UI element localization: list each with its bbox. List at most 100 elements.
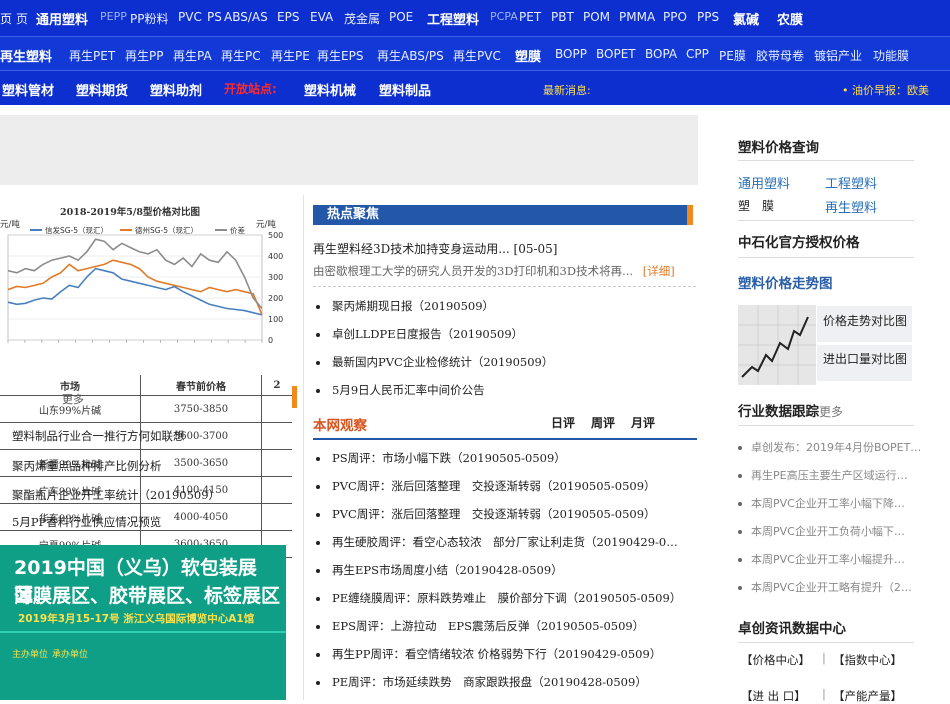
link-film[interactable]: 塑 膜	[738, 197, 774, 214]
nav-item-rpp[interactable]: 再生PP	[125, 47, 163, 64]
hot-list-item[interactable]: 聚丙烯期现日报（20190509）	[316, 298, 494, 314]
industry-list-item[interactable]: 本周PVC企业开工负荷小幅下…	[738, 523, 905, 539]
watch-list-item[interactable]: 再生PP周评：看空情绪较浓 价格弱势下行（20190429-0509）	[316, 646, 661, 662]
nav-item-film[interactable]: 塑膜	[515, 46, 541, 65]
nav-item-pepp[interactable]: PEPP	[100, 10, 127, 23]
nav-item-agri-film[interactable]: 农膜	[777, 9, 803, 28]
nav-item-eps[interactable]: EPS	[277, 10, 299, 24]
trend-chart-icon	[738, 305, 816, 385]
industry-more-link[interactable]: 更多	[819, 405, 843, 419]
watch-list-item[interactable]: 再生EPS市场周度小结（20190428-0509）	[316, 562, 563, 578]
nav-item-aluminized[interactable]: 镀铝产业	[814, 47, 862, 64]
bullet-icon	[316, 457, 320, 461]
watch-list-item[interactable]: 再生硬胶周评：看空心态较浓 部分厂家让利走货（20190429-0…	[316, 534, 678, 550]
nav-item-pom[interactable]: POM	[583, 10, 610, 24]
watch-list-item[interactable]: PE周评：市场延续跌势 商家跟跌报盘（20190428-0509）	[316, 674, 647, 690]
nav-item-rpvc[interactable]: 再生PVC	[453, 47, 501, 64]
nav-item-rpet[interactable]: 再生PET	[69, 47, 115, 64]
hot-list-item[interactable]: 5月9日人民币汇率中间价公告	[316, 382, 485, 398]
industry-list-item[interactable]: 卓创发布：2019年4月份BOPET…	[738, 439, 921, 455]
nav-item-pcpa[interactable]: PCPA	[490, 10, 518, 23]
dc-link-price[interactable]: 【价格中心】	[741, 652, 810, 668]
nav-item-ppo[interactable]: PPO	[663, 10, 687, 24]
watch-list-item[interactable]: EPS周评：上游拉动 EPS震荡后反弹（20190505-0509）	[316, 618, 644, 634]
nav-item-bopp[interactable]: BOPP	[555, 47, 587, 61]
nav-item-pe-film[interactable]: PE膜	[719, 47, 746, 64]
hot-list-item-text: 卓创LLDPE日度报告（20190509）	[332, 327, 524, 341]
nav-item-abs-as[interactable]: ABS/AS	[224, 10, 268, 24]
overlap-news-item[interactable]: 聚酯瓶片企业开工率统计（20190509）	[12, 487, 220, 503]
nav-item-chlor-alkali[interactable]: 氯碱	[733, 9, 759, 28]
nav-item-bopet[interactable]: BOPET	[596, 47, 636, 61]
industry-list-item-text: 本周PVC企业开工略有提升（2…	[751, 581, 912, 594]
industry-list-item[interactable]: 本周PVC企业开工略有提升（2…	[738, 579, 912, 595]
overlap-news-item[interactable]: 塑料制品行业合一推行方何如联想	[12, 428, 185, 444]
dc-link-index[interactable]: 【指数中心】	[833, 652, 902, 668]
nav-item-ps[interactable]: PS	[207, 10, 222, 24]
sinopec-heading[interactable]: 中石化官方授权价格	[738, 231, 860, 251]
nav-item-products[interactable]: 塑料制品	[379, 80, 431, 99]
hot-headline[interactable]: 再生塑料经3D技术加持变身运动用... [05-05]	[313, 240, 557, 257]
watch-tab-daily[interactable]: 日评	[551, 414, 575, 431]
nav-item-general-plastics[interactable]: 通用塑料	[36, 9, 88, 28]
y-tick-label: 400	[268, 252, 283, 261]
nav-item-futures[interactable]: 塑料期货	[76, 80, 128, 99]
ad-line-2: 薄膜展区、胶带展区、标签展区	[14, 585, 281, 607]
nav-item-engineering-plastics[interactable]: 工程塑料	[427, 9, 479, 28]
banner-placeholder	[0, 115, 698, 185]
nav-item-bopa[interactable]: BOPA	[645, 47, 677, 61]
watch-tab-monthly[interactable]: 月评	[631, 414, 655, 431]
overlap-news-item[interactable]: 5月PP香料行业供应情况预览	[12, 514, 161, 530]
nav-item-pp-powder[interactable]: PP粉料	[130, 10, 168, 27]
news-ticker[interactable]: • 油价早报：欧美	[842, 82, 929, 98]
trend-compare-button[interactable]: 价格走势对比图	[817, 306, 912, 342]
chart-unit-right: 元/吨	[256, 219, 276, 230]
link-engineering-plastics[interactable]: 工程塑料	[825, 173, 877, 192]
hot-list-item[interactable]: 卓创LLDPE日度报告（20190509）	[316, 326, 523, 342]
nav-item-pps[interactable]: PPS	[697, 10, 719, 24]
nav-item-rpc[interactable]: 再生PC	[221, 47, 261, 64]
nav-item-rpe[interactable]: 再生PE	[271, 47, 310, 64]
nav-item-eva[interactable]: EVA	[310, 10, 333, 24]
watch-list-item[interactable]: PVC周评：涨后回落整理 交投逐渐转弱（20190505-0509）	[316, 478, 656, 494]
nav-item-rabs-ps[interactable]: 再生ABS/PS	[377, 47, 444, 64]
hot-detail-link[interactable]: [详细]	[643, 264, 675, 278]
nav-item-pvc[interactable]: PVC	[178, 10, 202, 24]
watch-list-item-text: 再生PP周评：看空情绪较浓 价格弱势下行（20190429-0509）	[332, 647, 662, 661]
nav-item-metallocene[interactable]: 茂金属	[344, 10, 380, 27]
link-recycled-plastics[interactable]: 再生塑料	[825, 197, 877, 216]
nav-item-pmma[interactable]: PMMA	[619, 10, 655, 24]
nav-item-reps[interactable]: 再生EPS	[317, 47, 363, 64]
hot-list-item[interactable]: 最新国内PVC企业检修统计（20190509）	[316, 354, 553, 370]
nav-item-functional-film[interactable]: 功能膜	[873, 47, 909, 64]
industry-list-item[interactable]: 本周PVC企业开工率小幅提升…	[738, 551, 905, 567]
watch-tab-weekly[interactable]: 周评	[591, 414, 615, 431]
nav-item-home-2[interactable]: 页	[16, 10, 28, 27]
nav-item-tape-roll[interactable]: 胶带母卷	[756, 47, 804, 64]
nav-item-rpa[interactable]: 再生PA	[173, 47, 212, 64]
dc-link-capacity[interactable]: 【产能产量】	[833, 688, 902, 704]
nav-item-machinery[interactable]: 塑料机械	[304, 80, 356, 99]
watch-list-item[interactable]: PVC周评：涨后回落整理 交投逐渐转弱（20190505-0509）	[316, 506, 656, 522]
nav-item-cpp[interactable]: CPP	[686, 47, 709, 61]
industry-list-item[interactable]: 再生PE高压主要生产区域运行…	[738, 467, 908, 483]
overlap-news-item[interactable]: 聚丙烯重点品种排产比例分析	[12, 458, 162, 474]
dc-link-import-export[interactable]: 【进 出 口】	[741, 688, 806, 704]
expo-advertisement[interactable]: 2019中国（义乌）软包装展区、 薄膜展区、胶带展区、标签展区 2019年3月1…	[0, 545, 286, 700]
nav-item-pipes[interactable]: 塑料管材	[2, 80, 54, 99]
nav-item-home[interactable]: 页	[0, 10, 12, 27]
industry-list-item[interactable]: 本周PVC企业开工率小幅下降…	[738, 495, 905, 511]
nav-item-open-sites[interactable]: 开放站点:	[224, 80, 277, 97]
nav-item-recycled-plastics[interactable]: 再生塑料	[0, 46, 52, 65]
watch-list-item[interactable]: PE缠绕膜周评：原料跌势难止 膜价部分下调（20190505-0509）	[316, 590, 681, 606]
table-more-link[interactable]: 更多	[62, 391, 84, 407]
link-general-plastics[interactable]: 通用塑料	[738, 173, 790, 192]
nav-item-pbt[interactable]: PBT	[551, 10, 574, 24]
nav-item-pet[interactable]: PET	[519, 10, 541, 24]
nav-item-additives[interactable]: 塑料助剂	[150, 80, 202, 99]
trend-thumbnail[interactable]	[738, 305, 816, 385]
import-export-button[interactable]: 进出口量对比图	[817, 345, 912, 381]
nav-item-poe[interactable]: POE	[389, 10, 413, 24]
bullet-icon	[316, 681, 320, 685]
watch-list-item[interactable]: PS周评：市场小幅下跌（20190505-0509）	[316, 450, 566, 466]
